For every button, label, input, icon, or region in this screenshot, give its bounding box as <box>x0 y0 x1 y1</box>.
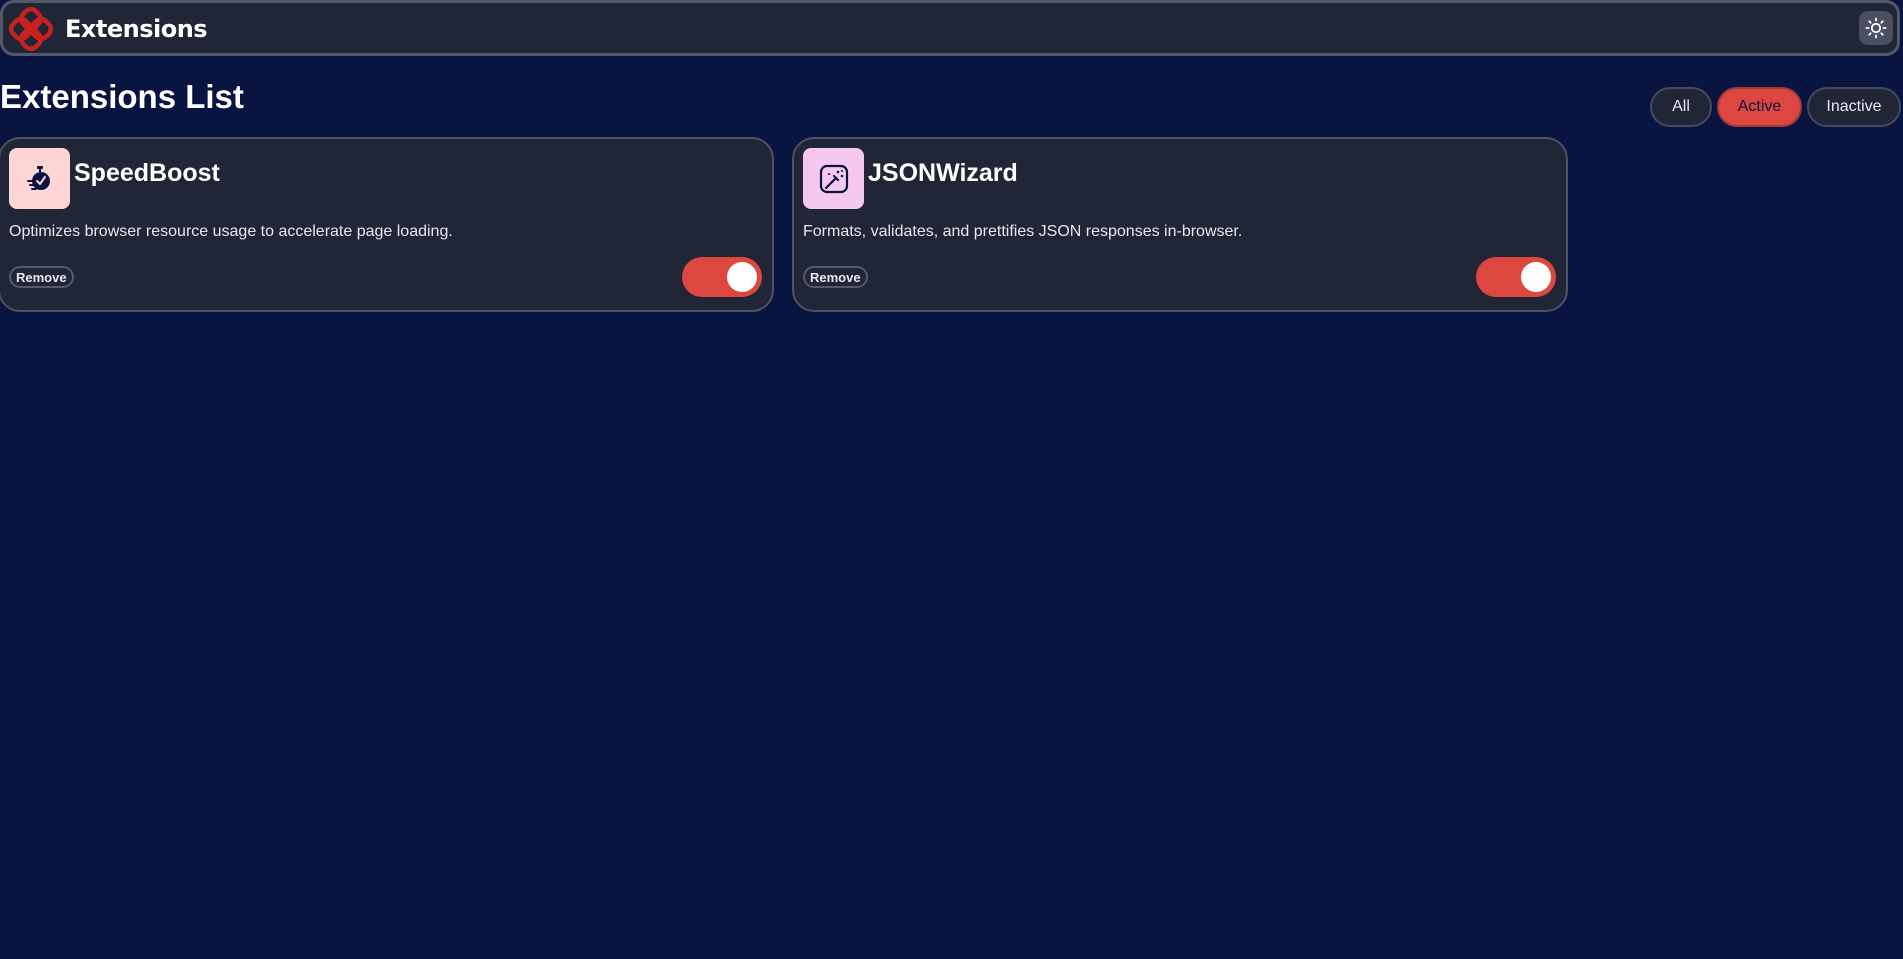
page-title: Extensions List <box>0 78 244 115</box>
top-bar: Extensions <box>0 0 1900 56</box>
sun-icon <box>1865 17 1887 39</box>
extension-description: Formats, validates, and prettifies JSON … <box>803 223 1243 240</box>
enable-toggle[interactable] <box>1476 257 1556 297</box>
extension-card-speedboost: SpeedBoost Optimizes browser resource us… <box>0 137 774 312</box>
filter-all-button[interactable]: All <box>1650 87 1712 127</box>
extension-name: JSONWizard <box>868 159 1018 187</box>
extension-card-jsonwizard: JSONWizard Formats, validates, and prett… <box>792 137 1568 312</box>
toggle-knob <box>727 262 757 292</box>
filter-active-button[interactable]: Active <box>1717 87 1802 127</box>
remove-button[interactable]: Remove <box>9 266 74 288</box>
theme-toggle-button[interactable] <box>1859 11 1893 45</box>
extension-icon-tile <box>803 148 864 209</box>
filter-inactive-button[interactable]: Inactive <box>1807 87 1901 127</box>
extension-icon-tile <box>9 148 70 209</box>
extension-name: SpeedBoost <box>74 159 220 187</box>
remove-button[interactable]: Remove <box>803 266 868 288</box>
brand-name: Extensions <box>65 15 208 43</box>
enable-toggle[interactable] <box>682 257 762 297</box>
stopwatch-icon <box>26 165 50 190</box>
magic-wand-icon <box>819 164 848 193</box>
extensions-logo-icon <box>9 7 53 51</box>
toggle-knob <box>1521 262 1551 292</box>
filter-group: All Active Inactive <box>1650 87 1901 127</box>
extension-description: Optimizes browser resource usage to acce… <box>9 223 453 240</box>
